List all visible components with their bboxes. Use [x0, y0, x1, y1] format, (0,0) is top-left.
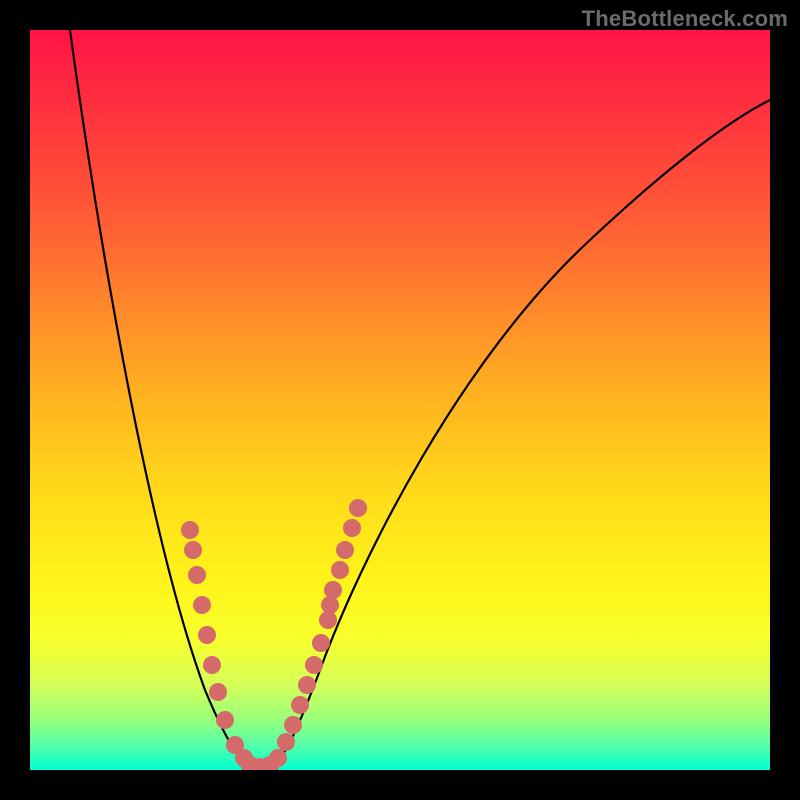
marker-dot	[181, 521, 199, 539]
marker-dot	[193, 596, 211, 614]
marker-dot	[188, 566, 206, 584]
curve-layer	[30, 30, 770, 770]
marker-dot	[336, 541, 354, 559]
marker-dot	[203, 656, 221, 674]
marker-dot	[312, 634, 330, 652]
marker-dot	[349, 499, 367, 517]
marker-dot	[324, 581, 342, 599]
marker-dot	[269, 749, 287, 767]
marker-dot	[184, 541, 202, 559]
marker-dot	[209, 683, 227, 701]
marker-dot	[284, 716, 302, 734]
marker-group	[181, 499, 367, 770]
marker-dot	[298, 676, 316, 694]
chart-frame: TheBottleneck.com	[0, 0, 800, 800]
marker-dot	[305, 656, 323, 674]
marker-dot	[331, 561, 349, 579]
watermark-text: TheBottleneck.com	[582, 6, 788, 32]
marker-dot	[277, 733, 295, 751]
plot-area	[30, 30, 770, 770]
marker-dot	[216, 711, 234, 729]
marker-dot	[198, 626, 216, 644]
marker-dot	[291, 696, 309, 714]
marker-dot	[343, 519, 361, 537]
marker-dot	[321, 596, 339, 614]
bottleneck-curve	[70, 30, 770, 770]
